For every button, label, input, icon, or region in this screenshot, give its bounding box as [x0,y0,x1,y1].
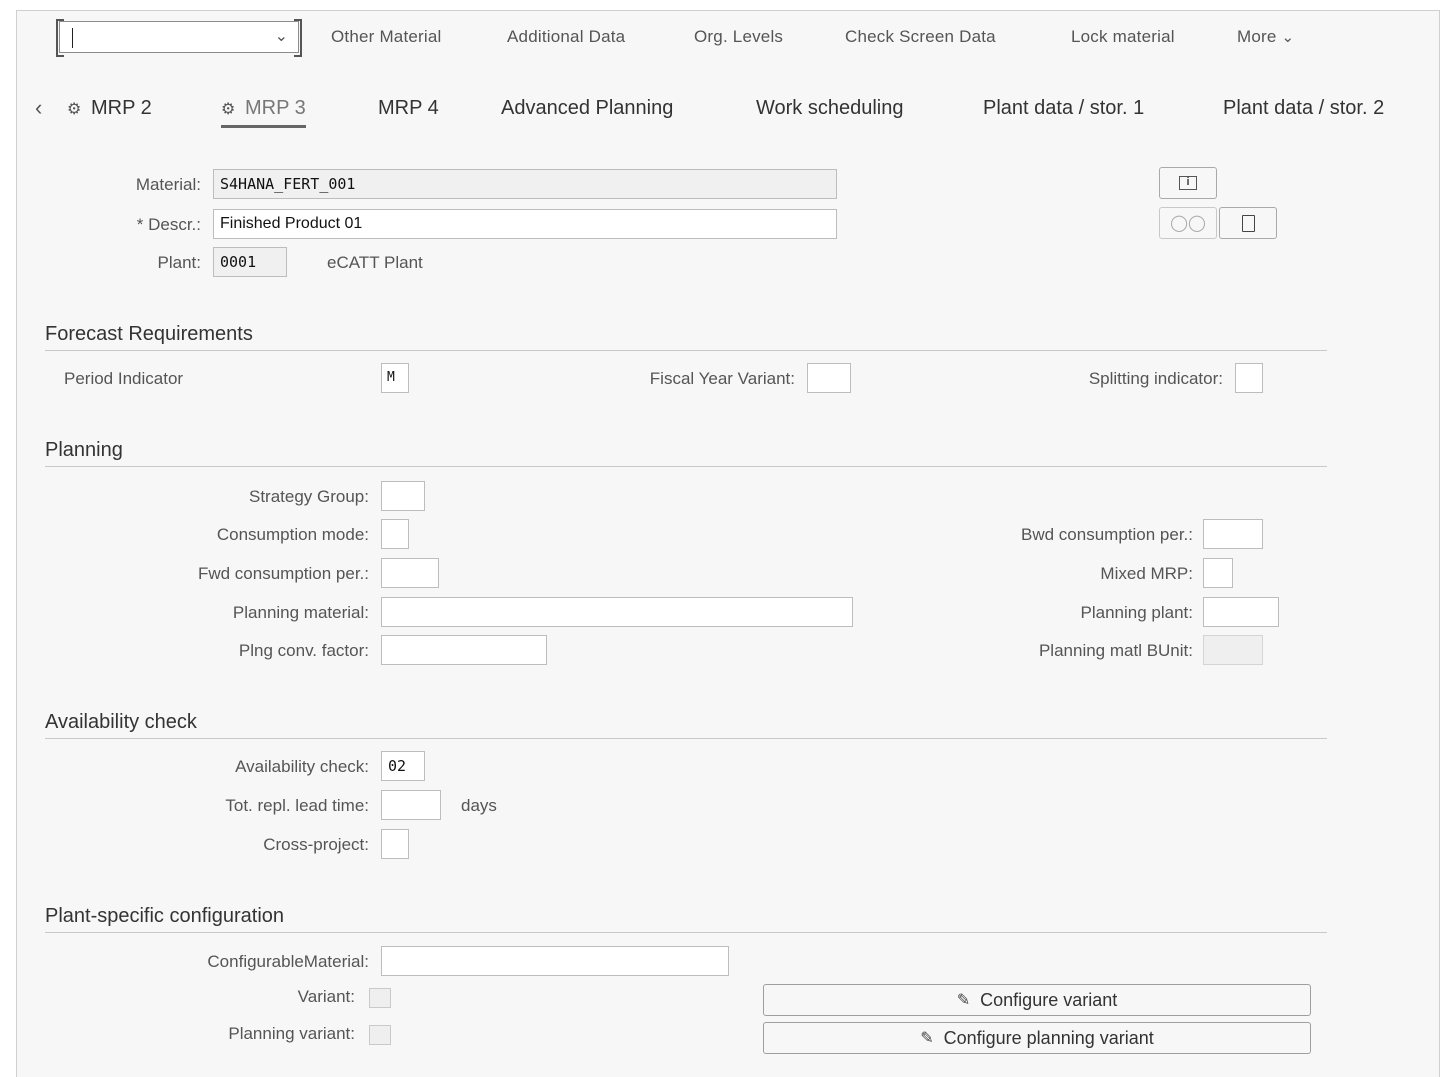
glasses-icon: ◯◯ [1170,215,1206,232]
info-button[interactable]: i [1159,167,1217,199]
planning-material-label: Planning material: [232,603,369,622]
focus-bracket-right [294,19,302,57]
planning-material-field[interactable] [381,597,853,627]
configure-variant-button[interactable]: ✎ Configure variant [763,984,1311,1016]
chevron-left-icon[interactable]: ‹ [35,95,42,121]
additional-data-button[interactable]: Additional Data [507,27,625,47]
mrp-icon: ⚙ [221,101,236,118]
tab-work-scheduling[interactable]: Work scheduling [756,97,903,120]
material-field[interactable]: S4HANA_FERT_001 [213,169,837,199]
more-menu-button[interactable]: More ⌄ [1237,27,1294,47]
chevron-down-icon[interactable]: ⌄ [275,26,288,46]
edit-document-icon: ✎ [920,1030,934,1047]
plant-field[interactable]: 0001 [213,247,287,277]
planning-matl-bunit-field [1203,635,1263,665]
planning-plant-field[interactable] [1203,597,1279,627]
availability-section: Availability check [45,711,1327,739]
variant-checkbox [369,988,391,1008]
cross-project-field[interactable] [381,829,409,859]
text-caret [72,28,73,48]
section-title: Planning [45,439,1327,467]
mixed-mrp-label: Mixed MRP: [1100,564,1193,583]
check-screen-data-button[interactable]: Check Screen Data [845,27,996,47]
button-label: Configure planning variant [943,1027,1154,1048]
fwd-consumption-label: Fwd consumption per.: [197,564,369,583]
mrp-icon: ⚙ [67,101,82,118]
chevron-down-icon: ⌄ [1281,29,1295,46]
fiscal-year-variant-label: Fiscal Year Variant: [649,369,795,388]
tab-mrp-3[interactable]: ⚙ MRP 3 [221,97,306,128]
splitting-indicator-label: Splitting indicator: [1088,369,1223,388]
planning-section: Planning [45,439,1327,467]
edit-document-icon: ✎ [956,992,971,1009]
config-section: Plant-specific configuration [45,905,1327,933]
fiscal-year-variant-field[interactable] [807,363,851,393]
fwd-consumption-field[interactable] [381,558,439,588]
configurable-material-field[interactable] [381,946,729,976]
planning-variant-checkbox [369,1025,391,1045]
configurable-material-label: ConfigurableMaterial: [207,952,369,971]
org-levels-button[interactable]: Org. Levels [694,27,783,47]
tab-plant-data-stor-2[interactable]: Plant data / stor. 2 [1223,97,1384,120]
descr-label: * Descr.: [136,215,201,234]
tot-repl-lead-time-field[interactable] [381,790,441,820]
material-label: Material: [135,175,201,194]
splitting-indicator-field[interactable] [1235,363,1263,393]
days-unit: days [461,796,497,815]
other-material-button[interactable]: Other Material [331,27,442,47]
planning-variant-label: Planning variant: [228,1024,355,1043]
period-indicator-field[interactable]: M [381,363,409,393]
toolbar: ⌄ Other Material Additional Data Org. Le… [17,11,1439,69]
more-label: More [1237,27,1277,46]
tab-mrp-4[interactable]: MRP 4 [378,97,439,120]
consumption-mode-label: Consumption mode: [216,525,369,544]
plng-conv-factor-field[interactable] [381,635,547,665]
strategy-group-field[interactable] [381,481,425,511]
planning-matl-bunit-label: Planning matl BUnit: [1038,641,1193,660]
plng-conv-factor-label: Plng conv. factor: [238,641,369,660]
planning-plant-label: Planning plant: [1080,603,1193,622]
availability-check-label: Availability check: [235,757,369,776]
lock-material-button[interactable]: Lock material [1071,27,1175,47]
period-indicator-label: Period Indicator [64,369,184,388]
button-label: Configure variant [980,989,1118,1010]
display-button[interactable]: ◯◯ [1159,207,1217,239]
forecast-section: Forecast Requirements [45,323,1327,351]
tab-advanced-planning[interactable]: Advanced Planning [501,97,673,120]
configure-planning-variant-button[interactable]: ✎ Configure planning variant [763,1022,1311,1054]
section-title: Plant-specific configuration [45,905,1327,933]
app-window: ⌄ Other Material Additional Data Org. Le… [16,10,1440,1077]
info-icon: i [1179,176,1197,190]
bwd-consumption-field[interactable] [1203,519,1263,549]
cross-project-label: Cross-project: [263,835,369,854]
main-content: Material: S4HANA_FERT_001 * Descr.: Fini… [17,143,1439,1077]
focus-bracket-left [56,19,64,57]
plant-label: Plant: [157,253,201,272]
tab-plant-data-stor-1[interactable]: Plant data / stor. 1 [983,97,1144,120]
mixed-mrp-field[interactable] [1203,558,1233,588]
command-field[interactable]: ⌄ [56,19,302,57]
availability-check-field[interactable]: 02 [381,751,425,781]
section-title: Forecast Requirements [45,323,1327,351]
strategy-group-label: Strategy Group: [248,487,369,506]
tab-label: MRP 3 [245,97,306,119]
tab-label: MRP 2 [91,97,152,119]
document-icon [1241,214,1255,232]
description-field[interactable]: Finished Product 01 [213,209,837,239]
tab-mrp-2[interactable]: ⚙ MRP 2 [67,97,152,120]
consumption-mode-field[interactable] [381,519,409,549]
tot-repl-lead-time-label: Tot. repl. lead time: [225,796,369,815]
bwd-consumption-label: Bwd consumption per.: [1021,525,1193,544]
plant-name: eCATT Plant [327,253,423,272]
tab-bar: ‹ ⚙ MRP 2 ⚙ MRP 3 MRP 4 Advanced Planning … [17,91,1439,139]
section-title: Availability check [45,711,1327,739]
copy-button[interactable] [1219,207,1277,239]
variant-label: Variant: [297,987,355,1006]
